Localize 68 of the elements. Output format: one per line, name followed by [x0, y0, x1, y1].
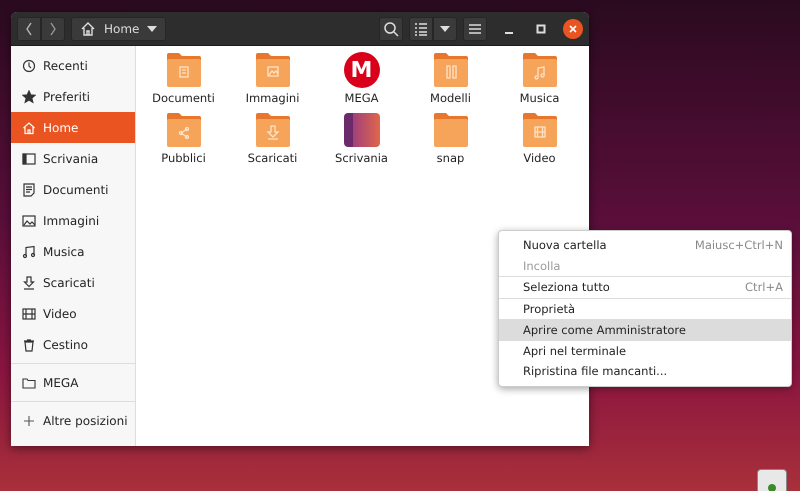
img-icon — [22, 214, 36, 228]
star-icon — [22, 90, 36, 104]
sidebar-item[interactable]: MEGA — [11, 367, 135, 398]
maximize-icon — [536, 24, 546, 34]
search-button[interactable] — [379, 16, 403, 40]
folder-icon — [520, 112, 558, 148]
caret-icon — [440, 26, 450, 32]
folder-icon — [22, 376, 36, 390]
file-item[interactable]: Video — [495, 112, 584, 172]
list-view-button[interactable] — [409, 16, 433, 40]
back-button[interactable] — [17, 16, 41, 40]
plus-icon — [22, 414, 36, 428]
folder-icon — [164, 52, 202, 88]
home-icon — [22, 120, 36, 134]
close-icon — [568, 24, 578, 34]
file-item[interactable]: Modelli — [406, 52, 495, 112]
caret-icon — [147, 26, 158, 32]
music-icon — [22, 244, 36, 258]
chevron-left-icon — [25, 22, 33, 36]
sidebar-item[interactable]: Scrivania — [11, 143, 135, 174]
file-item[interactable]: Immagini — [228, 52, 317, 112]
shortcut-label: Maiusc+Ctrl+N — [694, 238, 783, 252]
folder-icon — [254, 52, 292, 88]
doc-icon — [22, 182, 36, 196]
menu-button[interactable] — [463, 16, 487, 40]
file-item[interactable]: Scaricati — [228, 112, 317, 172]
sidebar-item[interactable]: Documenti — [11, 174, 135, 205]
folder-icon — [164, 112, 202, 148]
sidebar-item[interactable]: Cestino — [11, 329, 135, 360]
sidebar-item[interactable]: Recenti — [11, 50, 135, 81]
menu-icon — [469, 22, 481, 34]
close-button[interactable] — [563, 18, 583, 38]
file-item[interactable]: Scrivania — [317, 112, 406, 172]
home-icon — [80, 20, 96, 36]
search-icon — [383, 20, 399, 36]
down-icon — [22, 276, 36, 290]
film-icon — [22, 306, 36, 320]
menu-item[interactable]: Ripristina file mancanti... — [499, 361, 791, 382]
sidebar-item[interactable]: Immagini — [11, 205, 135, 236]
menu-item[interactable]: Aprire come Amministratore — [499, 320, 791, 340]
folder-icon — [432, 52, 470, 88]
file-item[interactable]: Documenti — [139, 52, 228, 112]
sidebar-item[interactable]: Musica — [11, 236, 135, 267]
desktop-folder-icon — [344, 113, 380, 147]
sidebar-item[interactable]: Video — [11, 298, 135, 329]
list-icon — [414, 22, 428, 36]
chevron-right-icon — [49, 22, 57, 36]
menu-item[interactable]: Seleziona tutto Ctrl+A — [499, 277, 791, 298]
sidebar-item[interactable]: Altre posizioni — [11, 405, 135, 436]
location-button[interactable]: Home — [71, 16, 166, 40]
view-options-button[interactable] — [433, 16, 457, 40]
sidebar-item[interactable]: Scaricati — [11, 267, 135, 298]
file-item[interactable]: M MEGA — [317, 52, 406, 112]
sidebar-item[interactable]: Home — [11, 112, 135, 143]
file-item[interactable]: Pubblici — [139, 112, 228, 172]
sidebar-item[interactable]: Preferiti — [11, 81, 135, 112]
shortcut-label: Ctrl+A — [745, 280, 783, 294]
file-item[interactable]: snap — [406, 112, 495, 172]
menu-item[interactable]: Nuova cartella Maiusc+Ctrl+N — [499, 235, 791, 256]
folder-icon — [254, 112, 292, 148]
folder-icon — [432, 112, 470, 148]
minimize-icon — [505, 32, 513, 34]
folder-icon — [520, 52, 558, 88]
logo-icon: M — [344, 52, 380, 88]
forward-button[interactable] — [41, 16, 65, 40]
clock-icon — [22, 58, 36, 72]
menu-item[interactable]: Apri nel terminale — [499, 340, 791, 361]
file-item[interactable]: Musica — [495, 52, 584, 112]
